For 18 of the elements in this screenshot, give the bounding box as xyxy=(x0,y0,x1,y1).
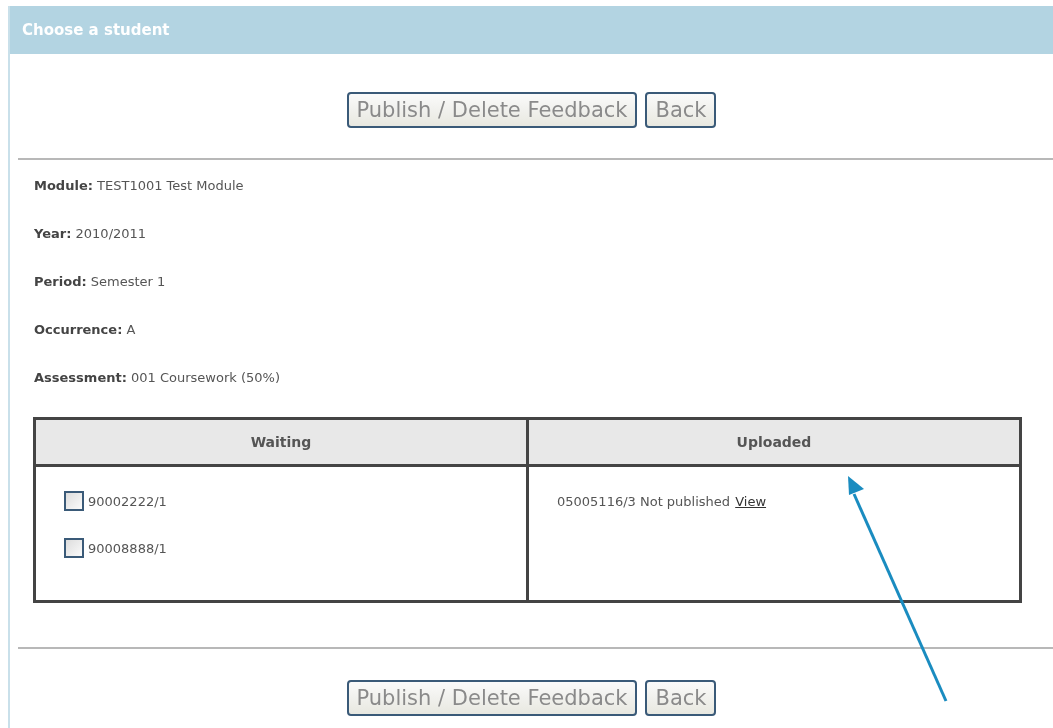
detail-line: Occurrence: A xyxy=(34,321,137,338)
panel-title: Choose a student xyxy=(22,21,170,39)
student-id: 90008888/1 xyxy=(88,540,167,556)
detail-line: Assessment: 001 Coursework (50%) xyxy=(34,369,281,386)
checkbox[interactable] xyxy=(64,491,84,511)
upload-status: 05005116/3 Not published xyxy=(557,494,731,509)
back-button[interactable]: Back xyxy=(645,92,717,128)
column-header: Waiting xyxy=(34,418,528,466)
back-button[interactable]: Back xyxy=(645,680,717,716)
detail-line: Year: 2010/2011 xyxy=(34,225,148,242)
detail-line: Module: TEST1001 Test Module xyxy=(34,177,245,194)
view-link[interactable]: View xyxy=(735,494,767,509)
column-header: Uploaded xyxy=(527,418,1021,466)
publish-delete-feedback-button[interactable]: Publish / Delete Feedback xyxy=(346,680,638,716)
checkbox[interactable] xyxy=(64,538,84,558)
publish-delete-feedback-button[interactable]: Publish / Delete Feedback xyxy=(346,92,638,128)
detail-line: Period: Semester 1 xyxy=(34,273,167,290)
student-id: 90002222/1 xyxy=(88,493,167,509)
